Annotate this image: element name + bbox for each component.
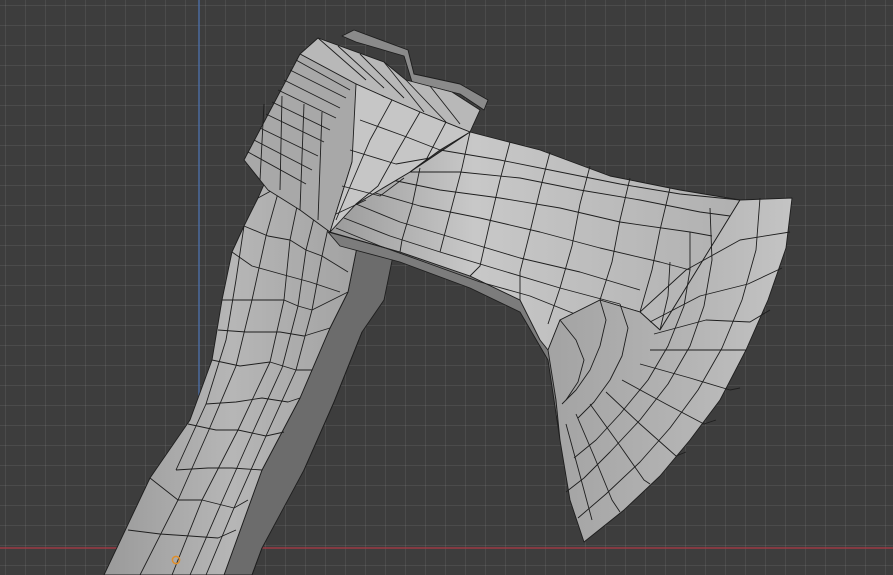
3d-viewport[interactable] bbox=[0, 0, 893, 575]
viewport-canvas[interactable] bbox=[0, 0, 893, 575]
axe-mesh[interactable] bbox=[103, 29, 793, 575]
